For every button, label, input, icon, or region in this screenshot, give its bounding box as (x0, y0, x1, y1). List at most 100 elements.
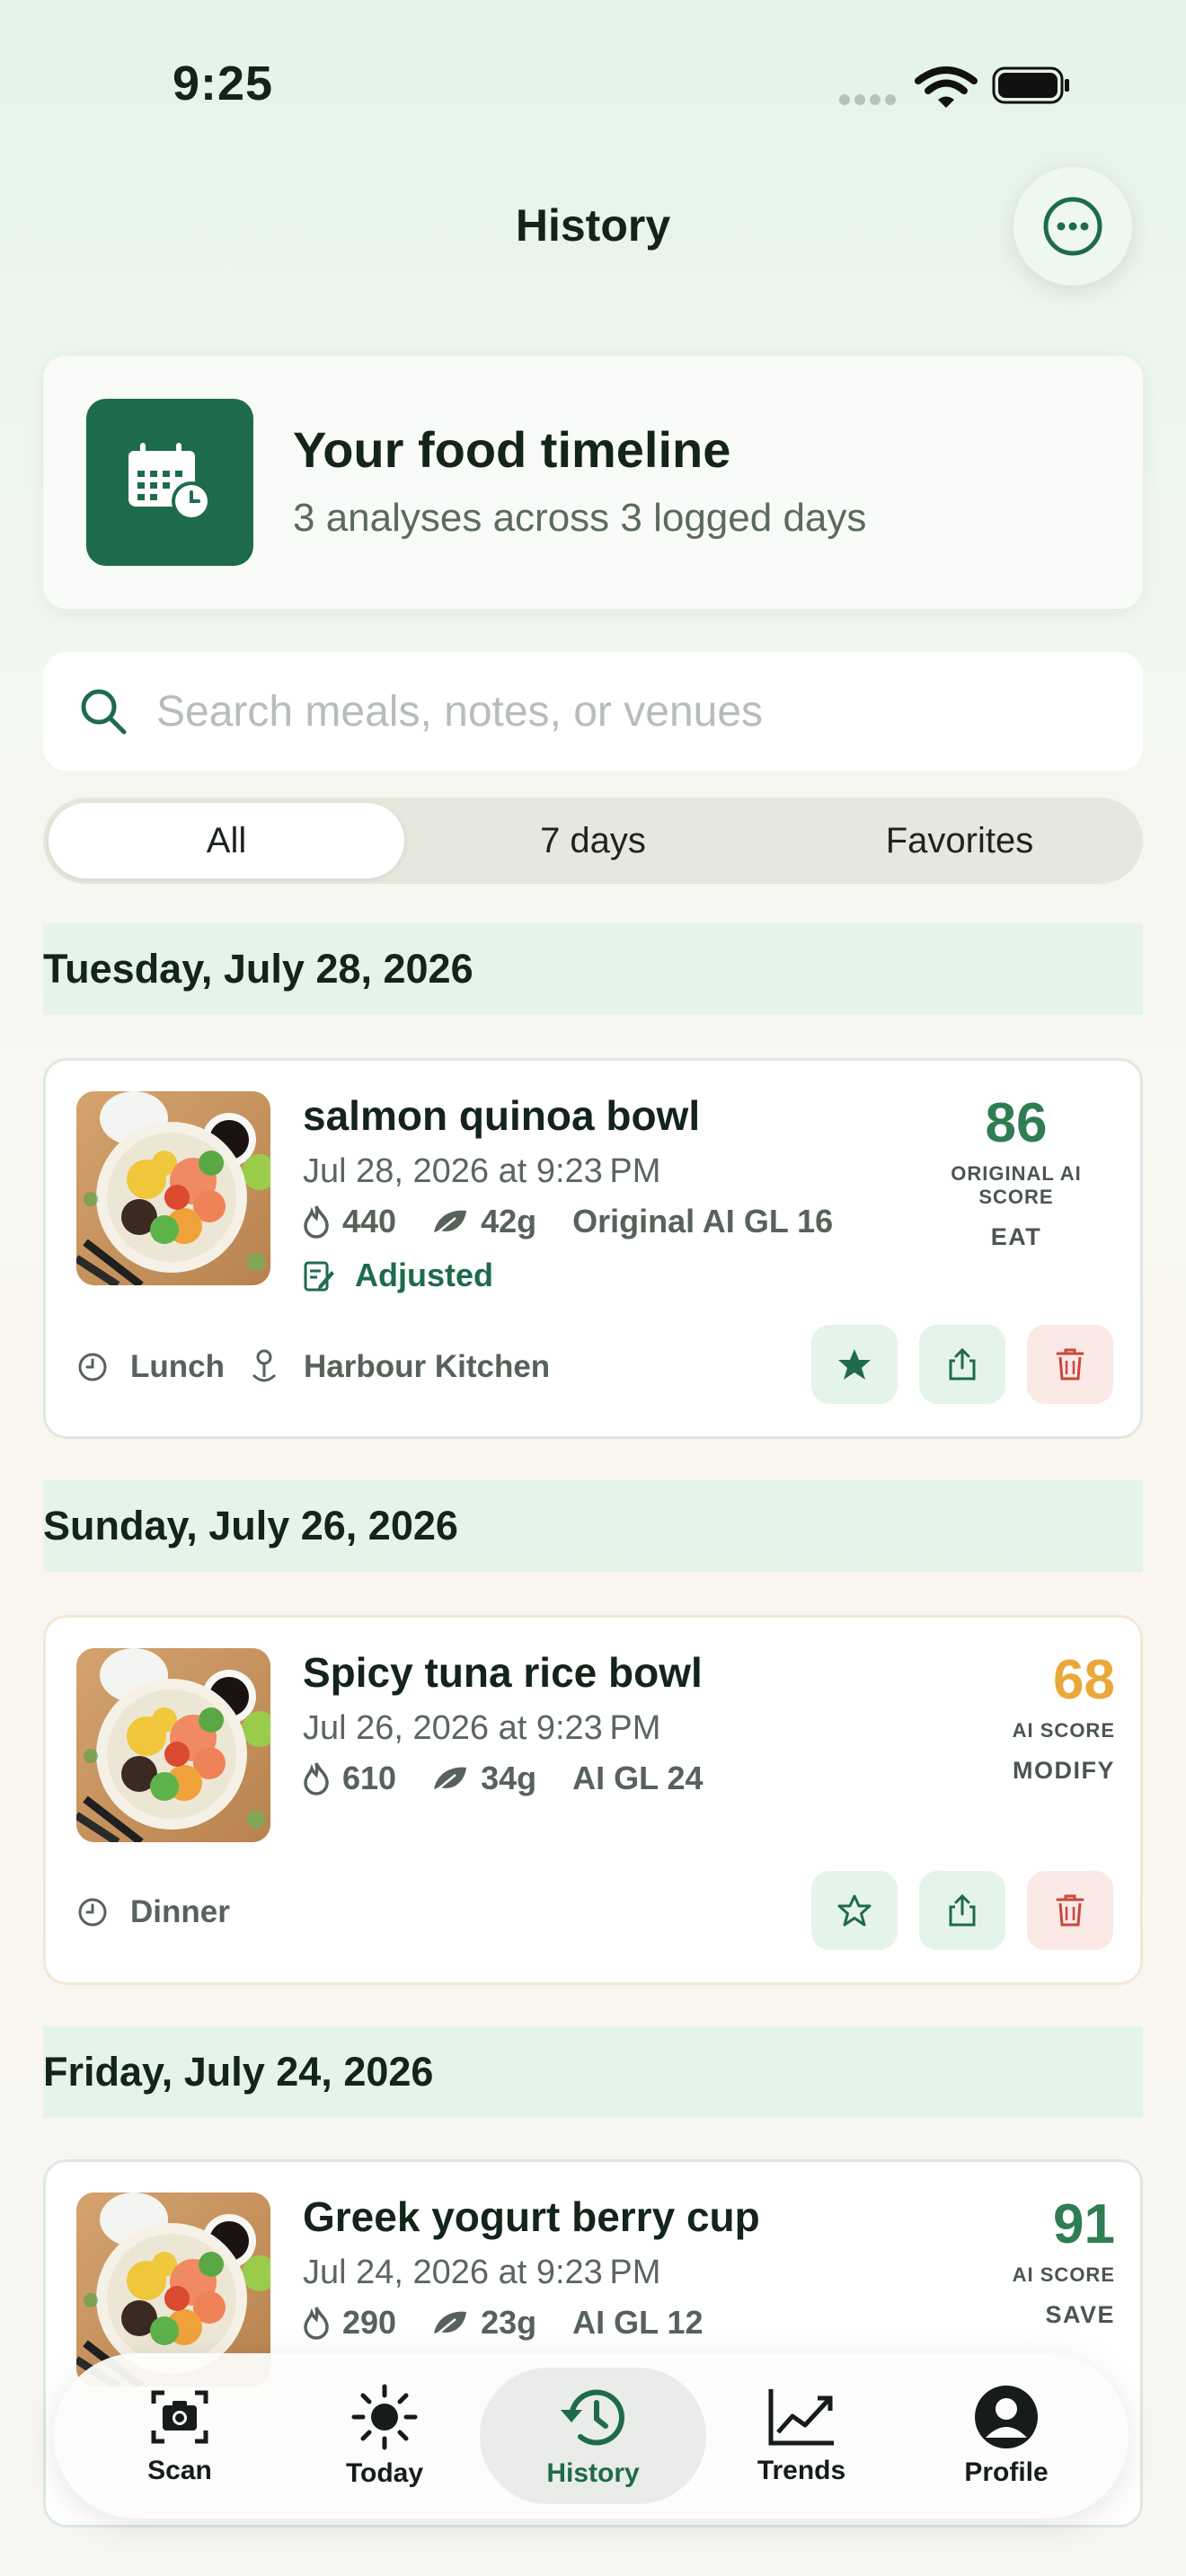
leaf-icon (434, 1767, 467, 1792)
clock-icon (78, 1898, 107, 1927)
flame-icon (304, 2307, 329, 2340)
day-header: Friday, July 24, 2026 (43, 2026, 1143, 2118)
meal-photo (76, 1091, 270, 1285)
ai-verdict: SAVE (1045, 2301, 1115, 2328)
star-icon (838, 1349, 871, 1380)
filter-all[interactable]: All (49, 803, 404, 878)
star-outline-icon (837, 1894, 872, 1927)
ai-score-value: 68 (1053, 1649, 1115, 1711)
tab-label: Trends (757, 2456, 846, 2485)
meal-type: Lunch (130, 1349, 225, 1384)
clock-icon (78, 1353, 107, 1381)
tab-label: Profile (964, 2457, 1049, 2487)
favorite-button[interactable] (811, 1325, 898, 1404)
flame-icon (304, 1205, 329, 1239)
leaf-icon (434, 1210, 467, 1235)
bottom-tab-bar: Scan Today History Trends Profile (54, 2353, 1128, 2519)
adjusted-badge: Adjusted (303, 1257, 493, 1294)
edit-note-icon (304, 1261, 334, 1292)
battery-icon (992, 66, 1071, 104)
leaf-icon (434, 2311, 467, 2336)
calories-value: 290 (342, 2304, 397, 2341)
favorite-button[interactable] (811, 1871, 898, 1950)
filter-7-days[interactable]: 7 days (415, 803, 771, 878)
delete-button[interactable] (1027, 1325, 1113, 1404)
ai-verdict: MODIFY (1013, 1757, 1115, 1784)
tab-trends[interactable]: Trends (694, 2368, 909, 2504)
share-icon (949, 1893, 976, 1927)
ai-verdict: EAT (990, 1223, 1042, 1250)
meal-date: Jul 24, 2026 at 9:23 PM (303, 2254, 661, 2291)
score-block: 68 AI SCORE MODIFY (989, 1648, 1115, 1785)
meal-stats: 440 42g Original AI GL 16 (303, 1203, 833, 1240)
protein-value: 23g (481, 2304, 537, 2341)
score-block: 91 AI SCORE SAVE (989, 2192, 1115, 2329)
gl-value: AI GL 24 (572, 1760, 704, 1796)
more-options-button[interactable] (1013, 167, 1132, 286)
day-header: Tuesday, July 28, 2026 (43, 923, 1143, 1015)
trash-icon (1056, 1348, 1084, 1381)
ai-score-label: AI SCORE (1012, 1719, 1115, 1742)
day-header: Sunday, July 26, 2026 (43, 1480, 1143, 1572)
more-icon (1043, 197, 1102, 256)
tab-profile[interactable]: Profile (898, 2368, 1114, 2504)
search-input[interactable]: Search meals, notes, or venues (156, 687, 763, 737)
share-icon (949, 1347, 976, 1381)
page-title: History (515, 200, 671, 251)
meal-stats: 290 23g AI GL 12 (303, 2304, 704, 2342)
sun-icon (351, 2384, 418, 2450)
share-button[interactable] (919, 1325, 1005, 1404)
ai-score-value: 91 (1053, 2193, 1115, 2255)
search-bar[interactable]: Search meals, notes, or venues (43, 652, 1143, 771)
meal-stats: 610 34g AI GL 24 (303, 1760, 704, 1797)
trash-icon (1056, 1894, 1084, 1927)
protein-value: 42g (481, 1203, 537, 1239)
score-block: 86 ORIGINAL AI SCORE EAT (917, 1091, 1115, 1251)
tab-history[interactable]: History (480, 2368, 706, 2504)
venue: Harbour Kitchen (303, 1349, 551, 1384)
meal-name: Spicy tuna rice bowl (303, 1649, 703, 1696)
meal-photo (76, 1648, 270, 1842)
status-time: 9:25 (173, 57, 274, 110)
meal-type: Dinner (130, 1894, 230, 1929)
flame-icon (304, 1762, 329, 1795)
ai-score-value: 86 (985, 1092, 1048, 1154)
search-icon (81, 689, 127, 735)
filter-favorites[interactable]: Favorites (782, 803, 1137, 878)
ai-score-label: AI SCORE (1012, 2263, 1115, 2286)
signal-dots-icon (839, 93, 902, 105)
delete-button[interactable] (1027, 1871, 1113, 1950)
timeline-title: Your food timeline (293, 421, 731, 478)
share-button[interactable] (919, 1871, 1005, 1950)
tab-label: Scan (147, 2456, 212, 2485)
meal-meta: Lunch Harbour Kitchen (76, 1348, 550, 1386)
tab-today[interactable]: Today (277, 2368, 492, 2504)
location-pin-icon (252, 1349, 277, 1382)
tab-label: History (546, 2458, 640, 2488)
wifi-icon (915, 65, 978, 114)
protein-value: 34g (481, 1760, 537, 1796)
meal-name: salmon quinoa bowl (303, 1092, 701, 1139)
profile-icon (975, 2386, 1038, 2448)
timeline-subtitle: 3 analyses across 3 logged days (293, 496, 867, 540)
trend-chart-icon (768, 2389, 834, 2446)
gl-value: AI GL 12 (572, 2304, 704, 2341)
calendar-clock-icon (86, 399, 253, 566)
timeline-summary-card: Your food timeline 3 analyses across 3 l… (43, 356, 1143, 609)
filter-segmented-control: All 7 days Favorites (43, 798, 1143, 884)
meal-card[interactable]: Spicy tuna rice bowl Jul 26, 2026 at 9:2… (43, 1615, 1143, 1985)
gl-value: Original AI GL 16 (572, 1203, 834, 1239)
adjusted-label: Adjusted (355, 1257, 494, 1293)
history-icon (561, 2389, 624, 2446)
meal-meta: Dinner (76, 1894, 230, 1930)
calories-value: 610 (342, 1760, 397, 1796)
meal-card[interactable]: salmon quinoa bowl Jul 28, 2026 at 9:23 … (43, 1058, 1143, 1439)
meal-name: Greek yogurt berry cup (303, 2193, 760, 2240)
ai-score-label: ORIGINAL AI SCORE (951, 1162, 1082, 1208)
meal-date: Jul 26, 2026 at 9:23 PM (303, 1709, 661, 1747)
tab-label: Today (345, 2458, 424, 2488)
meal-date: Jul 28, 2026 at 9:23 PM (303, 1152, 661, 1190)
camera-icon (151, 2390, 208, 2444)
tab-scan[interactable]: Scan (72, 2368, 288, 2504)
calories-value: 440 (342, 1203, 397, 1239)
